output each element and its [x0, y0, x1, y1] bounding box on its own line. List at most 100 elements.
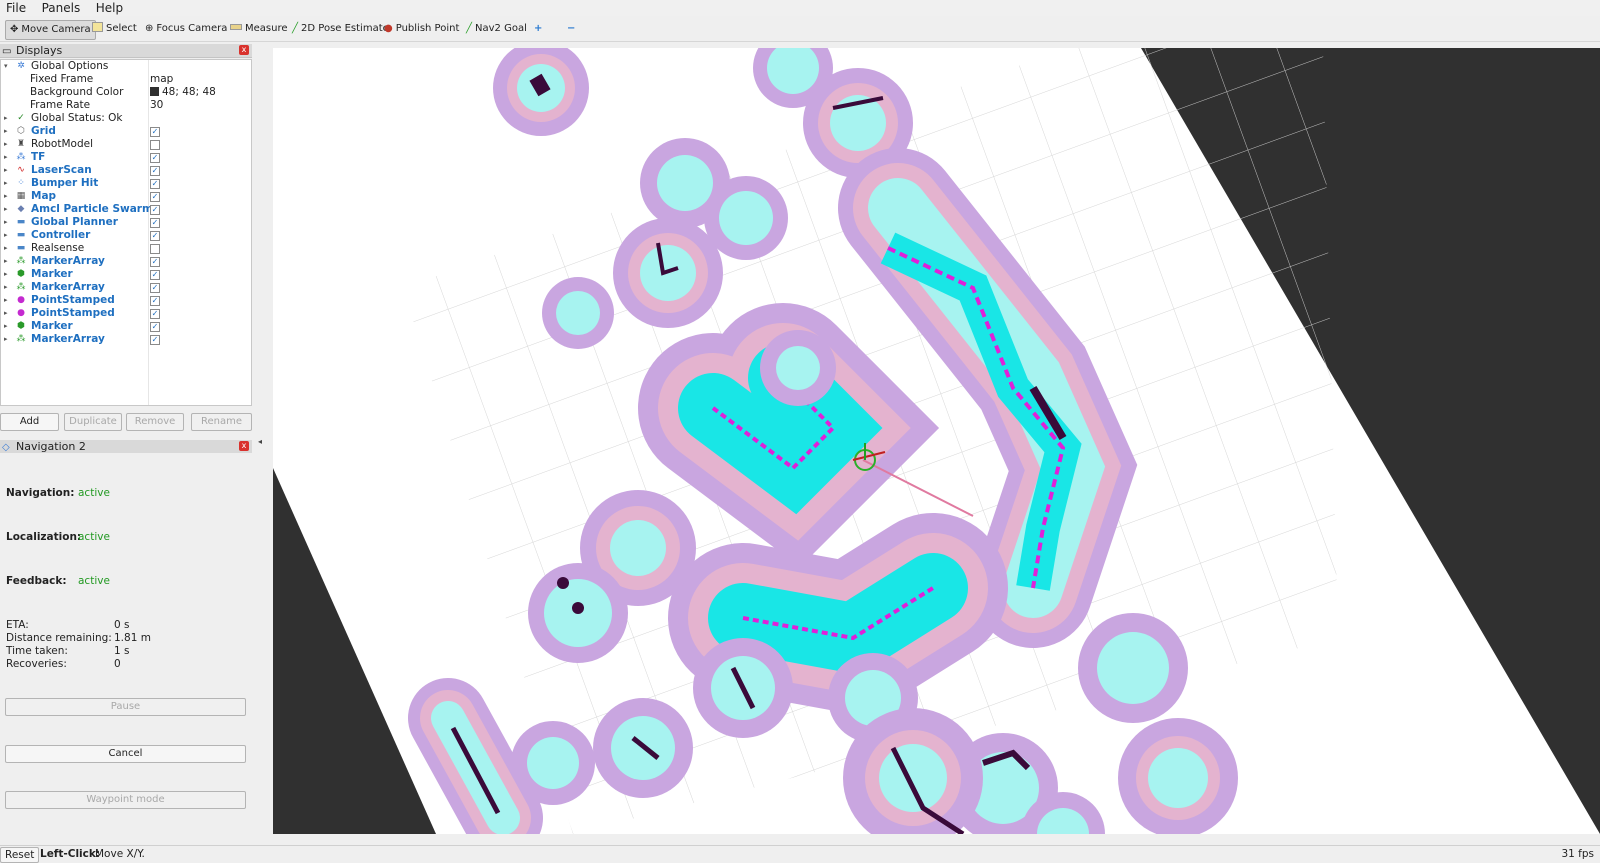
close-icon[interactable]: x: [239, 45, 249, 55]
tree-row-display-item[interactable]: ▸ ∿ LaserScan ✓: [1, 164, 251, 177]
expand-right-icon[interactable]: ▸: [4, 203, 8, 216]
tree-row-display-item[interactable]: ▸ ♜ RobotModel: [1, 138, 251, 151]
expand-right-icon[interactable]: ▸: [4, 112, 8, 125]
display-checkbox[interactable]: ✓: [150, 309, 160, 319]
display-checkbox[interactable]: ✓: [150, 179, 160, 189]
expand-right-icon[interactable]: ▸: [4, 333, 8, 346]
nav2-goal-label: Nav2 Goal: [475, 23, 527, 34]
rename-button[interactable]: Rename: [191, 413, 252, 431]
expand-right-icon[interactable]: ▸: [4, 190, 8, 203]
tree-row-display-item[interactable]: ▸ ◆ Amcl Particle Swarm ✓: [1, 203, 251, 216]
tree-row-display-item[interactable]: ▸ ● PointStamped ✓: [1, 307, 251, 320]
expand-right-icon[interactable]: ▸: [4, 320, 8, 333]
tree-row-display-item[interactable]: ▸ ⁂ TF ✓: [1, 151, 251, 164]
hint-bold: Left-Click:: [40, 848, 101, 860]
expand-right-icon[interactable]: ▸: [4, 294, 8, 307]
toolbar: ✥ Move Camera Select ⊕ Focus Camera Measur…: [0, 17, 1600, 42]
display-checkbox[interactable]: ✓: [150, 127, 160, 137]
select-tool[interactable]: Select: [88, 20, 141, 38]
expand-down-icon[interactable]: ▾: [4, 60, 8, 73]
display-checkbox[interactable]: ✓: [150, 192, 160, 202]
display-checkbox[interactable]: ✓: [150, 218, 160, 228]
display-checkbox[interactable]: ✓: [150, 257, 160, 267]
expand-right-icon[interactable]: ▸: [4, 151, 8, 164]
add-button[interactable]: Add: [0, 413, 59, 431]
display-checkbox[interactable]: ✓: [150, 335, 160, 345]
tree-row-display-item[interactable]: ▸ ▬ Global Planner ✓: [1, 216, 251, 229]
expand-right-icon[interactable]: ▸: [4, 229, 8, 242]
display-checkbox[interactable]: ✓: [150, 322, 160, 332]
background-color-value[interactable]: 48; 48; 48: [150, 86, 216, 99]
tree-row-display-item[interactable]: ▸ ▦ Map ✓: [1, 190, 251, 203]
menu-file[interactable]: File: [0, 0, 32, 15]
display-checkbox[interactable]: ✓: [150, 205, 160, 215]
expand-right-icon[interactable]: ▸: [4, 216, 8, 229]
fixed-frame-value[interactable]: map: [150, 73, 173, 86]
expand-right-icon[interactable]: ▸: [4, 164, 8, 177]
tree-row-display-item[interactable]: ▸ ⬢ Marker ✓: [1, 320, 251, 333]
tree-row-frame-rate[interactable]: Frame Rate 30: [1, 99, 251, 112]
displays-title: Displays: [16, 44, 63, 57]
display-checkbox[interactable]: [150, 140, 160, 150]
display-checkbox[interactable]: ✓: [150, 153, 160, 163]
display-checkbox[interactable]: ✓: [150, 283, 160, 293]
menu-help[interactable]: Help: [90, 0, 129, 15]
pause-button[interactable]: Pause: [5, 698, 246, 716]
global-options-label: Global Options: [31, 60, 109, 72]
display-checkbox[interactable]: ✓: [150, 166, 160, 176]
frame-rate-value[interactable]: 30: [150, 99, 163, 112]
display-checkbox[interactable]: ✓: [150, 231, 160, 241]
cancel-button[interactable]: Cancel: [5, 745, 246, 763]
tree-row-global-options[interactable]: ▾ ✲ Global Options: [1, 60, 251, 73]
expand-right-icon[interactable]: ▸: [4, 255, 8, 268]
tree-row-display-item[interactable]: ▸ ⁂ MarkerArray ✓: [1, 281, 251, 294]
reset-button[interactable]: Reset: [0, 847, 40, 863]
collapse-arrow-icon[interactable]: ◂: [258, 437, 262, 446]
recoveries-value: 0: [114, 658, 121, 670]
frame-rate-label: Frame Rate: [30, 99, 91, 111]
point-icon: ●: [17, 308, 25, 318]
expand-right-icon[interactable]: ▸: [4, 281, 8, 294]
tree-row-display-item[interactable]: ▸ ⁂ MarkerArray ✓: [1, 255, 251, 268]
bumper-icon: ⁘: [17, 178, 25, 188]
display-item-label: PointStamped: [31, 294, 115, 306]
waypoint-mode-button[interactable]: Waypoint mode: [5, 791, 246, 809]
tree-row-display-item[interactable]: ▸ ● PointStamped ✓: [1, 294, 251, 307]
tree-row-display-item[interactable]: ▸ ⁘ Bumper Hit ✓: [1, 177, 251, 190]
publish-point-label: Publish Point: [395, 23, 460, 34]
display-checkbox[interactable]: ✓: [150, 270, 160, 280]
remove-tool-button[interactable]: −: [563, 20, 579, 38]
display-checkbox[interactable]: ✓: [150, 296, 160, 306]
select-label: Select: [106, 23, 137, 34]
time-taken-label: Time taken:: [6, 645, 68, 657]
expand-right-icon[interactable]: ▸: [4, 177, 8, 190]
duplicate-button[interactable]: Duplicate: [64, 413, 122, 431]
tree-row-display-item[interactable]: ▸ ⁂ MarkerArray ✓: [1, 333, 251, 346]
menu-panels[interactable]: Panels: [36, 0, 87, 15]
render-viewport[interactable]: [273, 48, 1600, 834]
folder-icon: ▬: [16, 243, 26, 253]
tree-row-display-item[interactable]: ▸ ▬ Realsense: [1, 242, 251, 255]
nav2-goal-tool[interactable]: ╱ Nav2 Goal: [462, 20, 531, 38]
display-checkbox[interactable]: [150, 244, 160, 254]
folder-icon: ▬: [16, 230, 26, 240]
tree-row-display-item[interactable]: ▸ ⬡ Grid ✓: [1, 125, 251, 138]
expand-right-icon[interactable]: ▸: [4, 242, 8, 255]
tree-row-display-item[interactable]: ▸ ⬢ Marker ✓: [1, 268, 251, 281]
tree-row-display-item[interactable]: ▸ ▬ Controller ✓: [1, 229, 251, 242]
expand-right-icon[interactable]: ▸: [4, 138, 8, 151]
move-camera-tool[interactable]: ✥ Move Camera: [5, 20, 96, 40]
expand-right-icon[interactable]: ▸: [4, 125, 8, 138]
tree-row-fixed-frame[interactable]: Fixed Frame map: [1, 73, 251, 86]
expand-right-icon[interactable]: ▸: [4, 268, 8, 281]
remove-button[interactable]: Remove: [126, 413, 184, 431]
publish-point-tool[interactable]: ● Publish Point: [380, 20, 463, 38]
close-icon[interactable]: x: [239, 441, 249, 451]
tree-row-global-status[interactable]: ▸ ✓ Global Status: Ok: [1, 112, 251, 125]
add-tool-button[interactable]: +: [530, 20, 546, 38]
expand-right-icon[interactable]: ▸: [4, 307, 8, 320]
measure-tool[interactable]: Measure: [226, 20, 292, 38]
pose-estimate-tool[interactable]: ╱ 2D Pose Estimate: [288, 20, 393, 38]
tree-row-background-color[interactable]: Background Color 48; 48; 48: [1, 86, 251, 99]
focus-camera-tool[interactable]: ⊕ Focus Camera: [141, 20, 231, 38]
